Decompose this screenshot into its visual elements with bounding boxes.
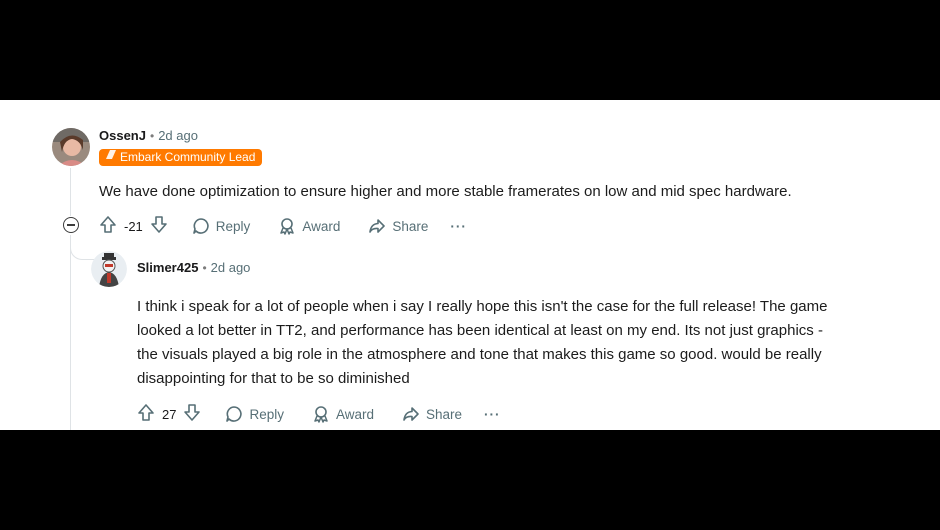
comment-body: I think i speak for a lot of people when…: [137, 295, 917, 391]
comment-timestamp[interactable]: 2d ago: [211, 260, 251, 275]
comment-body-line: I think i speak for a lot of people when…: [137, 298, 828, 315]
award-button[interactable]: Award: [278, 217, 340, 235]
award-icon: [312, 405, 330, 423]
comment-body-line: disappointing for that to be so diminish…: [137, 370, 410, 387]
comment-actions: 27 Reply Award Share ···: [137, 403, 529, 425]
vote-control: -21: [99, 215, 168, 237]
upvote-icon[interactable]: [99, 215, 117, 237]
award-label: Award: [335, 406, 375, 422]
author-name[interactable]: Slimer425: [137, 260, 198, 275]
reply-label: Reply: [215, 218, 251, 234]
more-options-button[interactable]: ···: [450, 219, 467, 234]
award-label: Award: [302, 218, 341, 234]
collapse-icon[interactable]: [63, 217, 79, 233]
flair-icon: [105, 149, 117, 166]
comment-panel: OssenJ • 2d ago Embark Community Lead We…: [0, 100, 940, 430]
user-flair: Embark Community Lead: [99, 149, 263, 166]
share-label: Share: [426, 406, 463, 422]
thread-line[interactable]: [70, 235, 71, 430]
avatar[interactable]: [52, 128, 90, 166]
vote-score: 27: [162, 406, 177, 422]
share-label: Share: [392, 218, 429, 234]
comment-body: We have done optimization to ensure high…: [99, 183, 792, 200]
reply-icon: [225, 405, 243, 423]
award-icon: [278, 217, 296, 235]
comment-actions: -21 Reply Award Share ···: [99, 215, 495, 237]
share-button[interactable]: Share: [368, 217, 428, 235]
author-name[interactable]: OssenJ: [99, 128, 146, 143]
meta-separator: •: [149, 128, 155, 143]
comment-timestamp[interactable]: 2d ago: [158, 128, 198, 143]
vote-score: -21: [124, 218, 143, 234]
reply-button[interactable]: Reply: [225, 405, 284, 423]
meta-separator: •: [202, 260, 207, 275]
thread-line[interactable]: [70, 168, 71, 216]
reply-icon: [192, 217, 210, 235]
avatar[interactable]: [91, 251, 127, 287]
share-icon: [402, 405, 420, 423]
comment-meta: Slimer425 • 2d ago: [137, 260, 250, 275]
more-icon: ···: [484, 406, 501, 422]
comment-meta: OssenJ • 2d ago: [99, 128, 198, 143]
more-icon: ···: [450, 218, 467, 234]
more-options-button[interactable]: ···: [484, 407, 501, 422]
vote-control: 27: [137, 403, 201, 425]
downvote-icon[interactable]: [183, 403, 201, 425]
award-button[interactable]: Award: [312, 405, 374, 423]
reply-button[interactable]: Reply: [192, 217, 251, 235]
thread-elbow: [70, 235, 95, 260]
downvote-icon[interactable]: [150, 215, 168, 237]
reply-label: Reply: [249, 406, 284, 422]
share-icon: [368, 217, 386, 235]
flair-text: Embark Community Lead: [120, 150, 256, 164]
comment-body-line: looked a lot better in TT2, and performa…: [137, 322, 823, 339]
share-button[interactable]: Share: [402, 405, 462, 423]
upvote-icon[interactable]: [137, 403, 155, 425]
comment-body-line: the visuals played a big role in the atm…: [137, 346, 822, 363]
